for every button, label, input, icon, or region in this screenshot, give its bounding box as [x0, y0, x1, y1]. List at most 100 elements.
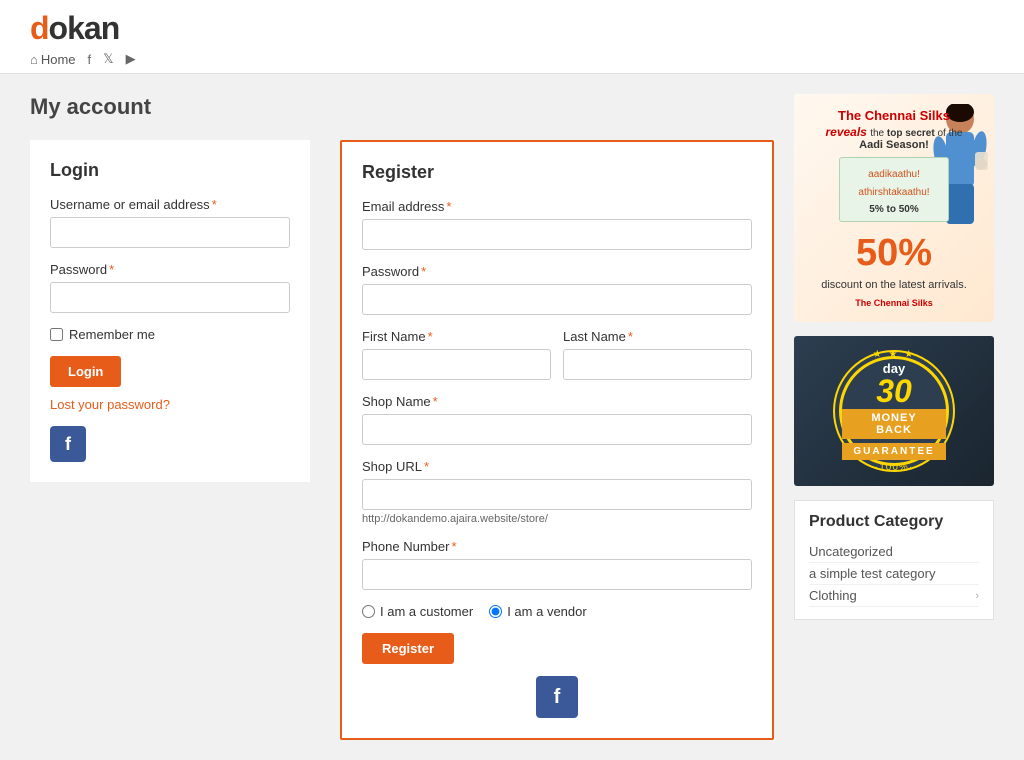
- last-name-required: *: [628, 329, 633, 344]
- chennai-banner[interactable]: The Chennai Silks reveals the top secret…: [794, 94, 994, 322]
- remember-label: Remember me: [69, 327, 155, 342]
- first-name-input[interactable]: [362, 349, 551, 380]
- banner-discount-pct: 5% to 50%: [846, 204, 942, 215]
- shop-url-label: Shop URL*: [362, 459, 752, 474]
- customer-radio-label: I am a customer: [380, 604, 473, 619]
- guarantee-ribbon: MONEY BACK: [842, 409, 946, 439]
- sidebar: The Chennai Silks reveals the top secret…: [794, 94, 994, 740]
- password-group: Password*: [50, 262, 290, 313]
- category-link-simple-test[interactable]: a simple test category: [809, 566, 935, 581]
- guarantee-percent: ·100%·: [875, 462, 913, 473]
- reg-password-group: Password*: [362, 264, 752, 315]
- radio-row: I am a customer I am a vendor: [362, 604, 752, 619]
- twitter-nav-link[interactable]: 𝕏: [103, 51, 113, 67]
- password-input[interactable]: [50, 282, 290, 313]
- customer-radio-option[interactable]: I am a customer: [362, 604, 473, 619]
- phone-input[interactable]: [362, 559, 752, 590]
- register-title: Register: [362, 162, 752, 183]
- reg-password-required: *: [421, 264, 426, 279]
- lost-password-link[interactable]: Lost your password?: [50, 397, 290, 412]
- guarantee-banner[interactable]: ★ ★ ★ day 30 MONEY BACK GUARANTEE ·100%·: [794, 336, 994, 486]
- name-row: First Name* Last Name*: [362, 329, 752, 394]
- password-label: Password*: [50, 262, 290, 277]
- chennai-banner-inner: The Chennai Silks reveals the top secret…: [794, 94, 994, 322]
- banner-promo1: aadikaathu!: [846, 168, 942, 182]
- password-required: *: [109, 262, 114, 277]
- reg-password-label: Password*: [362, 264, 752, 279]
- stars-row: ★ ★ ★: [873, 349, 915, 360]
- product-category-title: Product Category: [809, 513, 979, 531]
- page-container: My account Login Username or email addre…: [0, 74, 1024, 760]
- main-content: My account Login Username or email addre…: [30, 94, 774, 740]
- shop-url-hint: http://dokandemo.ajaira.website/store/: [362, 513, 752, 525]
- home-link[interactable]: ⌂ Home: [30, 52, 76, 67]
- last-name-group: Last Name*: [563, 329, 752, 380]
- home-icon: ⌂: [30, 52, 38, 67]
- remember-checkbox[interactable]: [50, 328, 63, 341]
- page-title: My account: [30, 94, 774, 120]
- facebook-nav-icon: f: [88, 52, 92, 67]
- product-category-box: Product Category Uncategorized a simple …: [794, 500, 994, 620]
- category-item-clothing[interactable]: Clothing ›: [809, 585, 979, 607]
- facebook-register-row: f: [362, 676, 752, 718]
- shop-name-label: Shop Name*: [362, 394, 752, 409]
- username-required: *: [212, 197, 217, 212]
- shop-url-group: Shop URL* http://dokandemo.ajaira.websit…: [362, 459, 752, 525]
- email-input[interactable]: [362, 219, 752, 250]
- phone-label: Phone Number*: [362, 539, 752, 554]
- account-columns: Login Username or email address* Passwor…: [30, 140, 774, 740]
- guarantee-number: 30: [876, 375, 912, 407]
- site-nav: ⌂ Home f 𝕏 ▶: [30, 51, 994, 67]
- banner-season-text: Aadi Season!: [808, 139, 980, 151]
- banner-big-50: 50%: [808, 234, 980, 272]
- facebook-nav-link[interactable]: f: [88, 52, 92, 67]
- reg-password-input[interactable]: [362, 284, 752, 315]
- facebook-login-button[interactable]: f: [50, 426, 86, 462]
- youtube-nav-icon: ▶: [126, 51, 136, 66]
- register-section: Register Email address* Password*: [340, 140, 774, 740]
- last-name-label: Last Name*: [563, 329, 752, 344]
- category-link-uncategorized[interactable]: Uncategorized: [809, 544, 893, 559]
- username-label: Username or email address*: [50, 197, 290, 212]
- facebook-register-button[interactable]: f: [536, 676, 578, 718]
- username-input[interactable]: [50, 217, 290, 248]
- guarantee-label: GUARANTEE: [842, 443, 946, 460]
- email-group: Email address*: [362, 199, 752, 250]
- email-required: *: [446, 199, 451, 214]
- shop-name-input[interactable]: [362, 414, 752, 445]
- logo-rest: okan: [49, 10, 120, 46]
- banner-secret-text: the top secret of the: [870, 128, 962, 139]
- register-button[interactable]: Register: [362, 633, 454, 664]
- home-label: Home: [41, 52, 76, 67]
- youtube-nav-link[interactable]: ▶: [126, 51, 136, 67]
- phone-group: Phone Number*: [362, 539, 752, 590]
- guarantee-badge: ★ ★ ★ day 30 MONEY BACK GUARANTEE ·100%·: [839, 356, 949, 466]
- remember-row: Remember me: [50, 327, 290, 342]
- site-logo: dokan: [30, 10, 994, 47]
- vendor-radio-label: I am a vendor: [507, 604, 587, 619]
- site-header: dokan ⌂ Home f 𝕏 ▶: [0, 0, 1024, 74]
- email-label: Email address*: [362, 199, 752, 214]
- first-name-label: First Name*: [362, 329, 551, 344]
- category-item-uncategorized[interactable]: Uncategorized: [809, 541, 979, 563]
- category-link-clothing[interactable]: Clothing: [809, 588, 857, 603]
- shop-url-input[interactable]: [362, 479, 752, 510]
- vendor-radio[interactable]: [489, 605, 502, 618]
- customer-radio[interactable]: [362, 605, 375, 618]
- banner-title: The Chennai Silks: [808, 108, 980, 125]
- first-name-required: *: [428, 329, 433, 344]
- login-section: Login Username or email address* Passwor…: [30, 140, 310, 482]
- vendor-radio-option[interactable]: I am a vendor: [489, 604, 587, 619]
- banner-discount-desc: discount on the latest arrivals.: [808, 278, 980, 292]
- category-item-simple-test[interactable]: a simple test category: [809, 563, 979, 585]
- banner-reveals: reveals the top secret of the: [808, 125, 980, 139]
- username-group: Username or email address*: [50, 197, 290, 248]
- login-button[interactable]: Login: [50, 356, 121, 387]
- banner-bottom-logo: The Chennai Silks: [808, 298, 980, 308]
- last-name-input[interactable]: [563, 349, 752, 380]
- banner-promo-area: aadikaathu! athirshtakaathu! 5% to 50%: [839, 157, 949, 222]
- shop-name-group: Shop Name*: [362, 394, 752, 445]
- banner-promo2: athirshtakaathu!: [846, 186, 942, 200]
- shop-name-required: *: [433, 394, 438, 409]
- shop-url-required: *: [424, 459, 429, 474]
